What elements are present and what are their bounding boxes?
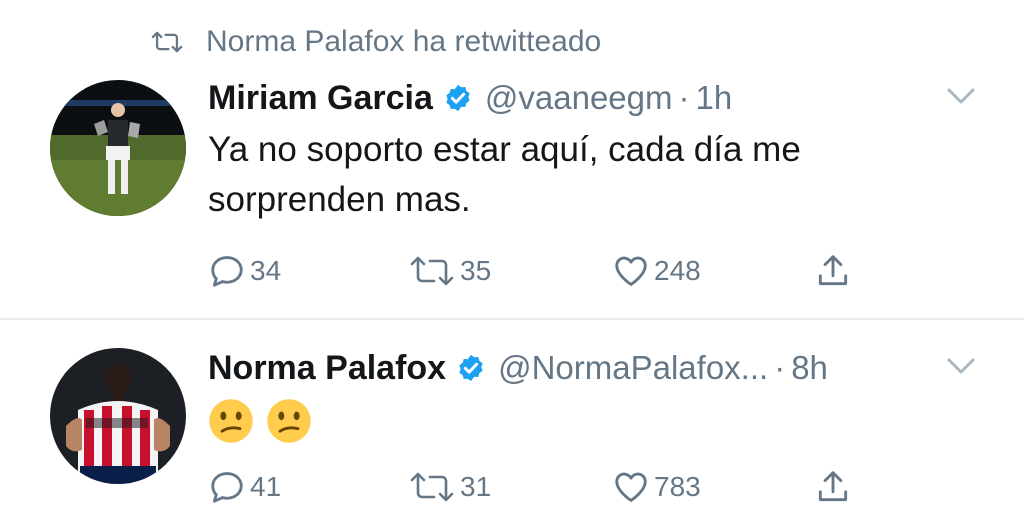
like-button[interactable]: 248 xyxy=(612,252,701,290)
share-icon xyxy=(818,471,848,502)
timestamp[interactable]: 1h xyxy=(696,79,733,117)
retweet-button[interactable]: 31 xyxy=(408,468,491,506)
reply-button[interactable]: 34 xyxy=(208,252,281,290)
avatar[interactable] xyxy=(50,80,186,216)
tweet-text xyxy=(208,398,312,444)
handle[interactable]: @NormaPalafox... xyxy=(498,349,768,387)
reply-icon xyxy=(211,472,243,503)
retweet-icon xyxy=(410,256,454,286)
retweet-icon xyxy=(410,472,454,502)
display-name[interactable]: Miriam Garcia xyxy=(208,79,433,118)
tweet-norma-palafox[interactable]: Norma Palafox @NormaPalafox... · 8h 41 3… xyxy=(0,320,1024,525)
chevron-down-icon[interactable] xyxy=(946,356,976,376)
handle[interactable]: @vaaneegm xyxy=(485,79,673,117)
separator-dot: · xyxy=(774,349,786,386)
share-button[interactable] xyxy=(814,468,856,506)
confused-face-icon xyxy=(267,399,311,443)
like-button[interactable]: 783 xyxy=(612,468,701,506)
share-button[interactable] xyxy=(814,252,856,290)
retweet-context: Norma Palafox ha retwitteado xyxy=(150,22,601,62)
retweet-count: 35 xyxy=(460,255,492,286)
retweet-icon xyxy=(151,31,183,53)
retweet-count: 31 xyxy=(460,471,492,502)
tweet-header: Miriam Garcia @vaaneegm · 1h xyxy=(208,76,732,120)
separator-dot: · xyxy=(678,79,690,116)
reply-count: 41 xyxy=(250,471,282,502)
chevron-down-icon[interactable] xyxy=(946,86,976,106)
verified-badge-icon xyxy=(459,354,483,382)
avatar[interactable] xyxy=(50,348,186,484)
reply-button[interactable]: 41 xyxy=(208,468,281,506)
retweet-button[interactable]: 35 xyxy=(408,252,491,290)
heart-icon xyxy=(615,472,647,502)
reply-count: 34 xyxy=(250,255,282,286)
reply-icon xyxy=(211,256,243,287)
tweet-text: Ya no soporto estar aquí, cada día me so… xyxy=(208,130,801,219)
tweet-actions: 41 31 783 xyxy=(0,468,1024,512)
display-name[interactable]: Norma Palafox xyxy=(208,349,446,388)
timestamp[interactable]: 8h xyxy=(791,349,828,387)
retweet-context-text: Norma Palafox ha retwitteado xyxy=(206,25,602,58)
like-count: 248 xyxy=(654,255,701,286)
verified-badge-icon xyxy=(446,84,470,112)
confused-face-icon xyxy=(209,399,253,443)
heart-icon xyxy=(615,256,647,286)
tweet-miriam-garcia[interactable]: Norma Palafox ha retwitteado Miriam Garc… xyxy=(0,0,1024,318)
like-count: 783 xyxy=(654,471,701,502)
tweet-actions: 34 35 248 xyxy=(0,252,1024,296)
tweet-header: Norma Palafox @NormaPalafox... · 8h xyxy=(208,346,828,390)
share-icon xyxy=(818,255,848,286)
